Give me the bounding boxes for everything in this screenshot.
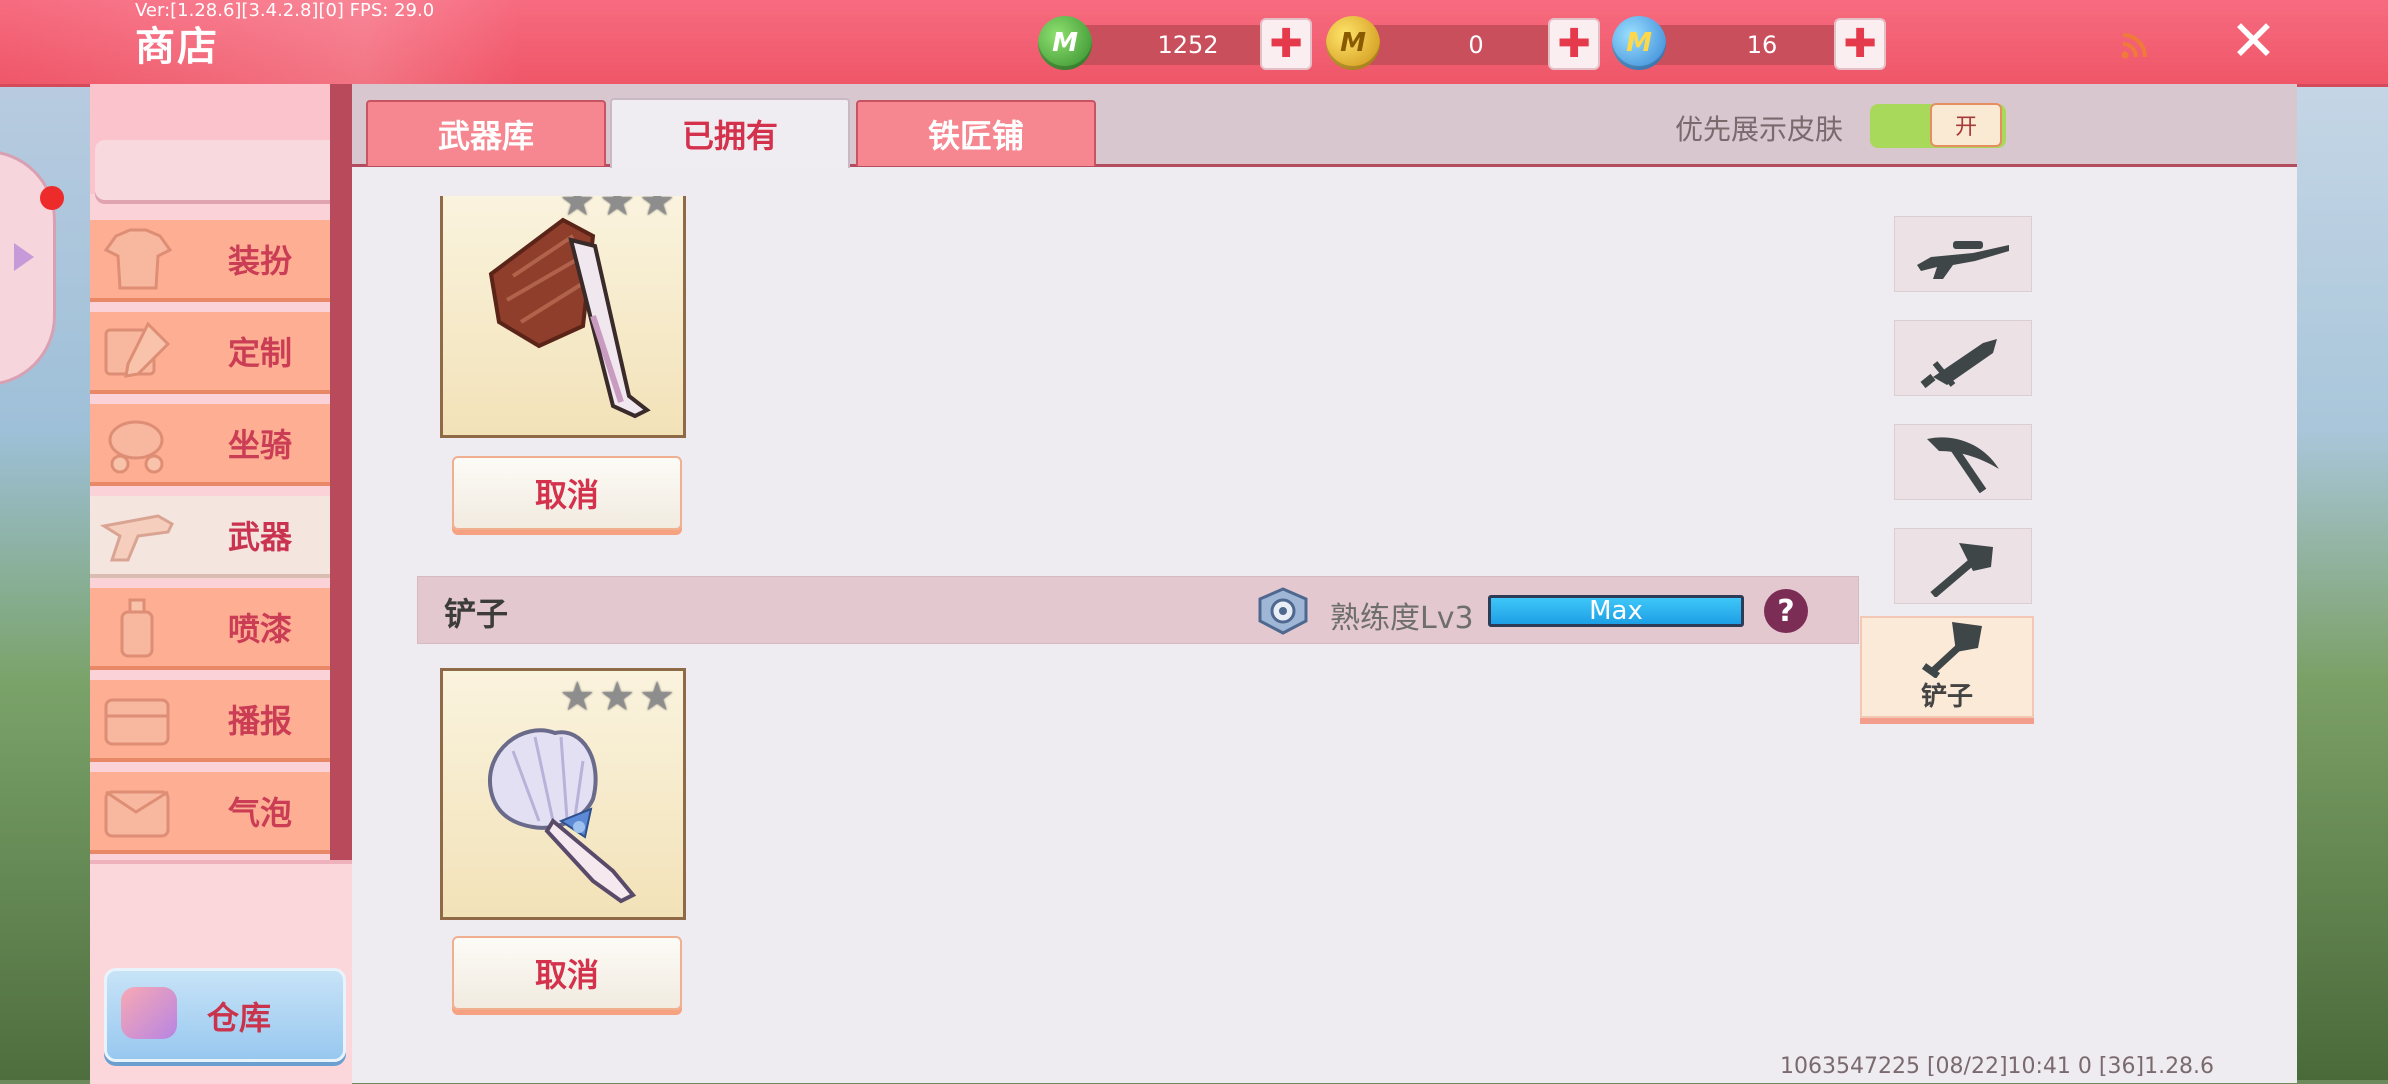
item-card-axe[interactable]: ★ ★ ★ xyxy=(440,196,686,438)
background-scenery-right xyxy=(2296,80,2388,1080)
help-icon[interactable]: ? xyxy=(1764,589,1808,633)
add-currency-button[interactable]: ✚ xyxy=(1834,18,1886,70)
add-currency-button[interactable]: ✚ xyxy=(1260,18,1312,70)
currency-value: 1252 xyxy=(1157,31,1219,59)
expand-arrow-icon[interactable] xyxy=(14,243,34,271)
tab-owned[interactable]: 已拥有 xyxy=(610,98,850,168)
axe-skin-icon xyxy=(488,217,651,419)
category-filter-sword[interactable] xyxy=(1894,320,2032,396)
page-title: 商店 xyxy=(135,24,219,70)
mastery-progress-bar: Max xyxy=(1488,595,1744,627)
close-icon[interactable]: ✕ xyxy=(2230,14,2277,70)
custom-icon xyxy=(104,321,171,378)
item-card-shell-shovel[interactable]: ★ ★ ★ xyxy=(440,668,686,920)
skin-priority-toggle[interactable]: 开 xyxy=(1870,103,2006,148)
blue-gem-icon: M xyxy=(1612,16,1666,70)
sidebar-item-mount[interactable]: 坐骑 xyxy=(90,404,330,486)
sword-icon xyxy=(1920,339,1997,389)
sidebar-item-broadcast[interactable]: 播报 xyxy=(90,680,330,762)
costume-icon xyxy=(103,228,173,290)
plus-icon: ✚ xyxy=(1269,21,1303,67)
skin-priority-label: 优先展示皮肤 xyxy=(1675,113,1844,146)
sidebar-item-weapon[interactable]: 武器 xyxy=(90,496,330,578)
star-rating: ★ ★ ★ xyxy=(559,677,675,717)
sidebar-collapsed-item[interactable] xyxy=(95,140,345,200)
plus-icon: ✚ xyxy=(1843,21,1877,67)
gold-coin-icon: M xyxy=(1326,16,1380,70)
weapon-row-header: 铲子 熟练度Lv3 Max ? xyxy=(417,576,1859,644)
sidebar-item-spray[interactable]: 喷漆 xyxy=(90,588,330,670)
cancel-button[interactable]: 取消 xyxy=(452,456,682,530)
rss-icon[interactable] xyxy=(2120,32,2148,60)
mount-icon xyxy=(108,420,164,474)
pickaxe-icon xyxy=(1927,437,1999,493)
toggle-state: 开 xyxy=(1930,103,2002,147)
star-icon: ★ xyxy=(559,674,596,720)
notification-dot xyxy=(40,186,64,210)
rifle-icon xyxy=(1917,241,2009,279)
sidebar-item-custom[interactable]: 定制 xyxy=(90,312,330,394)
sidebar-item-label: 装扮 xyxy=(227,242,292,280)
category-label: 铲子 xyxy=(1920,682,1973,712)
weapon-icon xyxy=(99,514,174,562)
green-gem-icon: M xyxy=(1038,16,1092,70)
star-icon: ★ xyxy=(639,196,675,225)
star-icon: ★ xyxy=(639,674,675,720)
sidebar-item-costume[interactable]: 装扮 xyxy=(90,220,330,302)
category-filter-pickaxe[interactable] xyxy=(1894,424,2032,500)
mastery-level: 熟练度Lv3 xyxy=(1330,601,1474,636)
tab-blacksmith[interactable]: 铁匠铺 xyxy=(856,100,1096,166)
add-currency-button[interactable]: ✚ xyxy=(1548,18,1600,70)
star-icon: ★ xyxy=(599,674,636,720)
weapon-name: 铲子 xyxy=(444,595,509,633)
sidebar-item-label: 播报 xyxy=(227,702,292,740)
star-rating: ★ ★ ★ xyxy=(559,196,675,222)
star-icon: ★ xyxy=(599,196,636,225)
sidebar-item-bubble[interactable]: 气泡 xyxy=(90,772,330,854)
tab-armory[interactable]: 武器库 xyxy=(366,100,606,166)
warehouse-label: 仓库 xyxy=(207,999,272,1037)
session-info: 1063547225 [08/22]10:41 0 [36]1.28.6 xyxy=(1780,1054,2215,1079)
sidebar-item-label: 坐骑 xyxy=(227,426,292,464)
sidebar-item-label: 喷漆 xyxy=(227,610,292,648)
category-filter-axe[interactable] xyxy=(1894,528,2032,604)
top-bar: Ver:[1.28.6][3.4.2.8][0] FPS: 29.0 商店 M … xyxy=(0,0,2388,87)
bubble-icon xyxy=(104,790,170,838)
category-filter-rifle[interactable] xyxy=(1894,216,2032,292)
shovel-icon xyxy=(1921,622,1982,678)
sidebar-item-label: 武器 xyxy=(227,518,292,556)
sidebar-item-label: 气泡 xyxy=(227,794,292,832)
warehouse-button[interactable]: 仓库 xyxy=(104,968,346,1062)
mastery-badge-icon xyxy=(1258,587,1308,635)
category-filter-shovel[interactable]: 铲子 xyxy=(1860,616,2034,718)
currency-value: 16 xyxy=(1746,31,1778,59)
broadcast-icon xyxy=(104,698,170,746)
sidebar-item-label: 定制 xyxy=(227,334,292,372)
spray-icon xyxy=(120,598,154,658)
currency-value: 0 xyxy=(1468,31,1484,59)
star-icon: ★ xyxy=(559,196,596,225)
warehouse-icon xyxy=(121,987,177,1039)
cancel-button[interactable]: 取消 xyxy=(452,936,682,1010)
axe-icon xyxy=(1930,543,1993,597)
plus-icon: ✚ xyxy=(1557,21,1591,67)
